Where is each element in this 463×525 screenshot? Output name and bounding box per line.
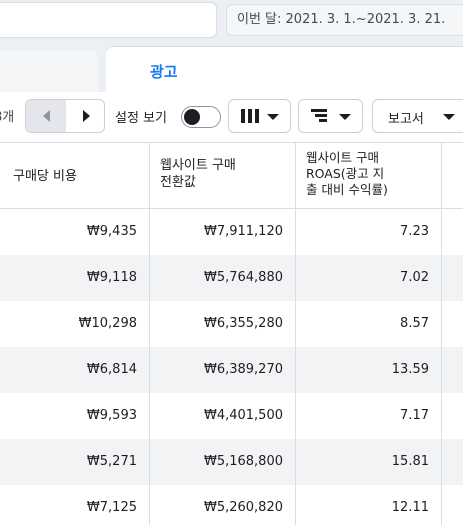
conversion-value-cell: ₩7,911,120 <box>150 209 296 255</box>
previous-button[interactable] <box>26 100 66 132</box>
column-header-label: 웹사이트 구매 <box>160 158 236 173</box>
table-cell <box>442 485 463 525</box>
table-row[interactable]: ₩7,125 ₩5,260,820 12.11 <box>0 485 463 525</box>
chevron-down-icon <box>267 114 279 120</box>
roas-cell: 7.02 <box>296 255 442 301</box>
roas-cell: 12.11 <box>296 485 442 525</box>
settings-view-toggle[interactable] <box>181 106 221 128</box>
table-cell <box>442 209 463 255</box>
conversion-value-cell: ₩4,401,500 <box>150 393 296 439</box>
table-cell <box>442 393 463 439</box>
roas-cell: 15.81 <box>296 439 442 485</box>
table-cell <box>442 301 463 347</box>
tab-ads[interactable]: 광고 <box>106 46 463 96</box>
breakdown-icon <box>311 109 327 123</box>
columns-icon <box>241 109 259 123</box>
cost-per-purchase-cell: ₩7,125 <box>0 485 150 525</box>
table-cell <box>442 439 463 485</box>
conversion-value-cell: ₩5,260,820 <box>150 485 296 525</box>
conversion-value-cell: ₩6,389,270 <box>150 347 296 393</box>
conversion-value-cell: ₩5,168,800 <box>150 439 296 485</box>
column-header-label: ROAS(광고 지 <box>306 166 385 181</box>
reports-button[interactable]: 보고서 <box>372 99 463 133</box>
top-bar: 이번 달: 2021. 3. 1.~2021. 3. 21. <box>0 0 463 44</box>
column-header-next[interactable] <box>442 143 463 208</box>
chevron-down-icon <box>443 114 455 120</box>
roas-cell: 7.17 <box>296 393 442 439</box>
tab-ad-sets[interactable] <box>0 50 98 92</box>
roas-cell: 13.59 <box>296 347 442 393</box>
column-header-cost-per-purchase[interactable]: 구매당 비용 <box>0 143 150 208</box>
table-toolbar: 8개 설정 보기 보고서 <box>0 92 463 142</box>
column-header-label: 구매당 비용 <box>13 169 77 184</box>
pagination-controls <box>25 99 105 133</box>
chevron-down-icon <box>339 114 351 120</box>
chevron-right-icon <box>82 110 90 122</box>
columns-button[interactable] <box>228 99 291 133</box>
column-header-roas[interactable]: 웹사이트 구매 ROAS(광고 지 출 대비 수익률) <box>296 143 442 208</box>
table-row[interactable]: ₩6,814 ₩6,389,270 13.59 <box>0 347 463 393</box>
cost-per-purchase-cell: ₩9,593 <box>0 393 150 439</box>
table-row[interactable]: ₩10,298 ₩6,355,280 8.57 <box>0 301 463 347</box>
conversion-value-cell: ₩5,764,880 <box>150 255 296 301</box>
cost-per-purchase-cell: ₩9,435 <box>0 209 150 255</box>
table-row[interactable]: ₩9,593 ₩4,401,500 7.17 <box>0 393 463 439</box>
ads-table: 구매당 비용 웹사이트 구매 전환값 웹사이트 구매 ROAS(광고 지 출 대… <box>0 142 463 525</box>
table-cell <box>442 347 463 393</box>
table-header: 구매당 비용 웹사이트 구매 전환값 웹사이트 구매 ROAS(광고 지 출 대… <box>0 143 463 209</box>
level-tabs: 광고 <box>0 44 463 96</box>
search-input[interactable] <box>0 2 217 38</box>
roas-cell: 7.23 <box>296 209 442 255</box>
cost-per-purchase-cell: ₩5,271 <box>0 439 150 485</box>
table-cell <box>442 255 463 301</box>
column-header-conversion-value[interactable]: 웹사이트 구매 전환값 <box>150 143 296 208</box>
table-row[interactable]: ₩9,435 ₩7,911,120 7.23 <box>0 209 463 255</box>
roas-cell: 8.57 <box>296 301 442 347</box>
toggle-knob <box>184 109 200 125</box>
next-button[interactable] <box>66 100 104 132</box>
selection-count: 8개 <box>0 110 15 125</box>
cost-per-purchase-cell: ₩9,118 <box>0 255 150 301</box>
conversion-value-cell: ₩6,355,280 <box>150 301 296 347</box>
reports-label: 보고서 <box>388 112 424 127</box>
cost-per-purchase-cell: ₩10,298 <box>0 301 150 347</box>
column-header-label: 전환값 <box>160 175 196 190</box>
table-row[interactable]: ₩5,271 ₩5,168,800 15.81 <box>0 439 463 485</box>
column-header-label: 웹사이트 구매 <box>306 150 379 165</box>
tab-ads-label: 광고 <box>150 63 178 81</box>
table-row[interactable]: ₩9,118 ₩5,764,880 7.02 <box>0 255 463 301</box>
column-header-label: 출 대비 수익률) <box>306 182 388 197</box>
settings-view-label: 설정 보기 <box>115 111 167 126</box>
cost-per-purchase-cell: ₩6,814 <box>0 347 150 393</box>
chevron-left-icon <box>42 110 50 122</box>
breakdown-button[interactable] <box>298 99 363 133</box>
date-range-picker[interactable]: 이번 달: 2021. 3. 1.~2021. 3. 21. <box>226 4 463 36</box>
